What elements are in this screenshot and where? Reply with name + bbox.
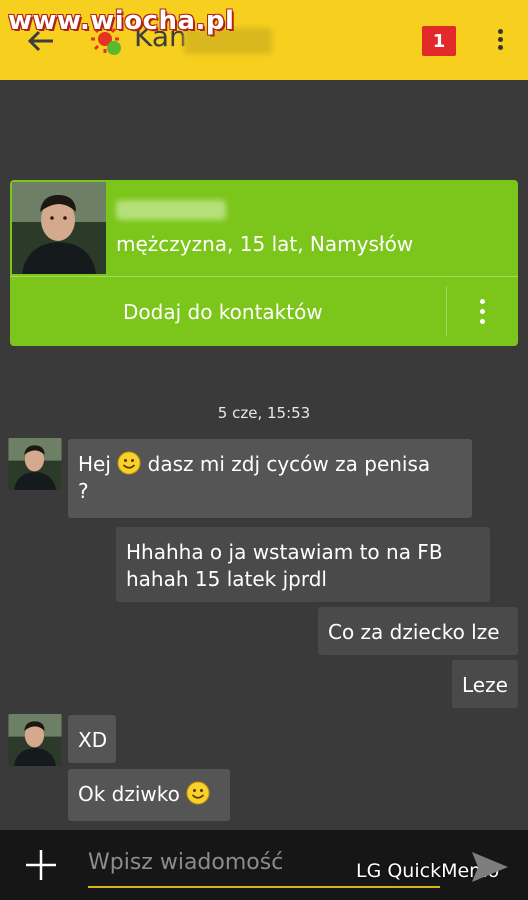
incoming-message-bubble[interactable]: Ok dziwko [68, 769, 230, 821]
incoming-message-bubble[interactable]: XD [68, 715, 116, 763]
contact-avatar[interactable] [8, 714, 62, 766]
profile-card: mężczyzna, 15 lat, Namysłów Dodaj do kon… [10, 180, 518, 346]
message-text: Hej [78, 452, 118, 476]
message-text: ? [78, 479, 89, 503]
send-icon[interactable] [470, 850, 510, 884]
message-text: dasz mi zdj cyców za penisa [141, 452, 431, 476]
notification-badge[interactable]: 1 [422, 26, 456, 56]
message-timestamp: 5 cze, 15:53 [217, 404, 311, 422]
card-overflow-menu-icon[interactable] [447, 277, 518, 346]
message-text: Co za dziecko lze [328, 620, 500, 644]
message-text: XD [78, 728, 108, 752]
message-input-bar: LG QuickMemo [0, 830, 528, 900]
message-text: Leze [462, 673, 508, 697]
outgoing-message-bubble[interactable]: Hhahha o ja wstawiam to na FB hahah 15 l… [116, 527, 490, 602]
input-underline [88, 886, 440, 888]
smiley-emoji-icon [186, 781, 210, 805]
profile-photo[interactable] [12, 182, 106, 274]
contact-avatar[interactable] [8, 438, 62, 490]
message-text: hahah 15 latek jprdl [126, 567, 327, 591]
outgoing-message-bubble[interactable]: Leze [452, 660, 518, 708]
overflow-menu-icon[interactable] [490, 26, 510, 56]
message-text: Ok dziwko [78, 782, 187, 806]
smiley-emoji-icon [117, 451, 141, 475]
message-text: Hhahha o ja wstawiam to na FB [126, 540, 443, 564]
watermark: www.wiocha.pl [8, 6, 235, 36]
add-contact-button[interactable]: Dodaj do kontaktów [10, 277, 446, 346]
outgoing-message-bubble[interactable]: Co za dziecko lze [318, 607, 518, 655]
incoming-message-bubble[interactable]: Hej dasz mi zdj cyców za penisa ? [68, 439, 472, 518]
blurred-profile-name [116, 200, 226, 220]
plus-icon[interactable] [24, 848, 58, 882]
profile-info: mężczyzna, 15 lat, Namysłów [116, 232, 414, 256]
